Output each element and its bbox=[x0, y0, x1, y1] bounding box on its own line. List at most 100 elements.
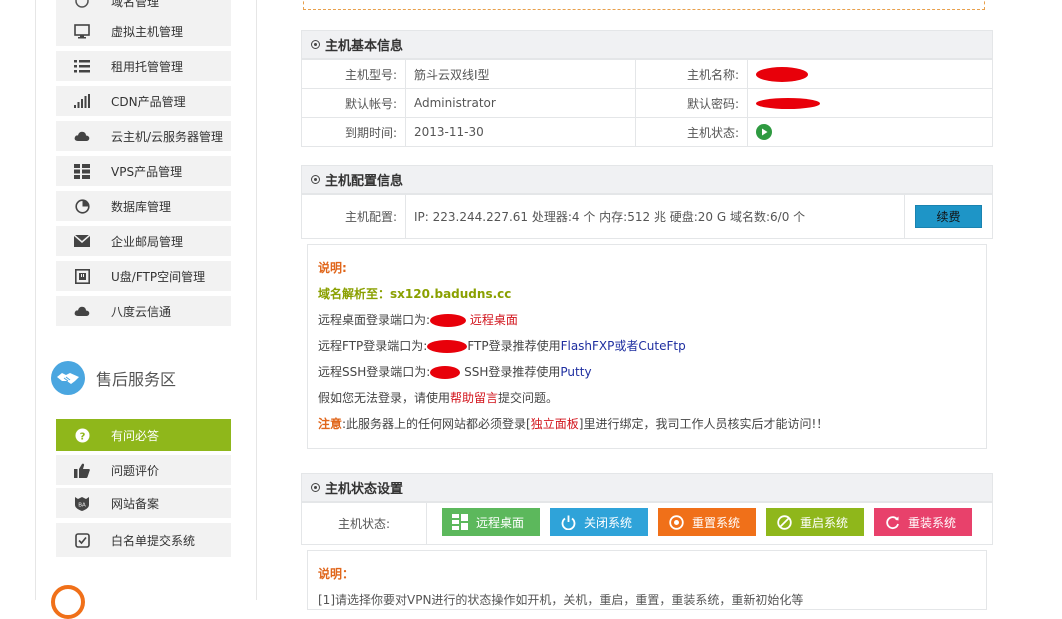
usb-icon bbox=[72, 268, 92, 284]
button-label: 重装系统 bbox=[908, 515, 957, 530]
table-row: 主机配置: IP: 223.244.227.61 处理器:4 个 内存:512 … bbox=[301, 194, 993, 239]
password-label: 默认密码: bbox=[635, 88, 748, 118]
running-status-icon bbox=[756, 124, 772, 140]
power-icon bbox=[560, 514, 576, 530]
aftersale-section-header: 售后服务区 bbox=[51, 361, 176, 395]
table-row: 主机型号: 筋斗云双线Ⅰ型 主机名称: bbox=[301, 59, 993, 89]
sidebar-item-label: CDN产品管理 bbox=[111, 94, 186, 109]
button-label: 关闭系统 bbox=[584, 515, 633, 530]
status-settings-header: 主机状态设置 bbox=[301, 473, 993, 502]
sidebar-item-label: 有问必答 bbox=[111, 428, 160, 443]
redaction-mark bbox=[756, 66, 808, 82]
expire-value: 2013-11-30 bbox=[405, 117, 636, 147]
shutdown-button[interactable]: 关闭系统 bbox=[550, 508, 648, 536]
list-icon bbox=[72, 58, 92, 74]
thumbs-up-icon bbox=[72, 462, 92, 478]
sidebar-item-label: 虚拟主机管理 bbox=[111, 24, 184, 39]
sidebar-item-label: 网站备案 bbox=[111, 496, 160, 511]
sidebar-item-hosting[interactable]: 租用托管管理 bbox=[56, 51, 231, 81]
monitor-icon bbox=[72, 23, 92, 39]
sidebar-item-domain[interactable]: 域名管理 bbox=[56, 0, 231, 16]
aftersale-title: 售后服务区 bbox=[96, 370, 177, 389]
renew-button[interactable]: 续费 bbox=[915, 205, 982, 228]
table-row: 默认帐号: Administrator 默认密码: bbox=[301, 88, 993, 118]
account-label: 默认帐号: bbox=[301, 88, 406, 118]
sidebar-item-label: 域名管理 bbox=[111, 0, 160, 9]
sidebar-item-cdn[interactable]: CDN产品管理 bbox=[56, 86, 231, 116]
sidebar-item-faq[interactable]: ? 有问必答 bbox=[56, 419, 231, 451]
section-dot-icon bbox=[311, 40, 320, 49]
status-label: 主机状态: bbox=[635, 117, 748, 147]
model-label: 主机型号: bbox=[301, 59, 406, 89]
ssh-prefix: 远程SSH登录端口为: bbox=[318, 365, 431, 379]
help-suffix: 提交问题。 bbox=[498, 391, 559, 405]
help-line: 假如您无法登录，请使用帮助留言提交问题。 bbox=[318, 385, 976, 411]
name-value bbox=[747, 59, 993, 89]
checkbox-icon bbox=[72, 532, 92, 548]
sidebar-item-mail[interactable]: 企业邮局管理 bbox=[56, 226, 231, 256]
warning-suffix: ]里进行绑定，我司工作人员核实后才能访问!！ bbox=[578, 417, 829, 431]
status-setting-label: 主机状态: bbox=[301, 502, 427, 545]
warning-label: 注意 bbox=[318, 417, 343, 431]
grid-list-icon bbox=[72, 163, 92, 179]
status-note-line: [1]请选择你要对VPN进行的状态操作如开机，关机，重启，重置，重装系统，重新初… bbox=[318, 593, 804, 607]
password-value bbox=[747, 88, 993, 118]
ftp-tools-link[interactable]: FlashFXP或者CuteFtp bbox=[561, 339, 686, 353]
basic-info-header: 主机基本信息 bbox=[301, 30, 993, 59]
signal-bars-icon bbox=[72, 93, 92, 109]
config-info-title: 主机配置信息 bbox=[325, 174, 404, 189]
refresh-icon bbox=[884, 514, 900, 530]
notes-title: 说明: bbox=[318, 261, 347, 275]
restart-button[interactable]: 重启系统 bbox=[766, 508, 864, 536]
rdp-prefix: 远程桌面登录端口为: bbox=[318, 313, 431, 327]
svg-text:BA: BA bbox=[78, 502, 86, 508]
table-row: 到期时间: 2013-11-30 主机状态: bbox=[301, 117, 993, 147]
redaction-mark bbox=[427, 340, 468, 353]
sidebar-item-label: 问题评价 bbox=[111, 463, 160, 478]
ftp-line: 远程FTP登录端口为: FTP登录推荐使用FlashFXP或者CuteFtp bbox=[318, 333, 976, 359]
sidebar-item-label: 云主机/云服务器管理 bbox=[111, 129, 224, 144]
sidebar-item-label: 白名单提交系统 bbox=[111, 533, 196, 548]
globe-icon bbox=[72, 0, 92, 9]
sidebar-item-icp[interactable]: BA 网站备案 bbox=[56, 488, 231, 518]
expire-label: 到期时间: bbox=[301, 117, 406, 147]
status-settings-title: 主机状态设置 bbox=[325, 482, 404, 497]
sidebar-item-vps[interactable]: VPS产品管理 bbox=[56, 156, 231, 186]
model-value: 筋斗云双线Ⅰ型 bbox=[405, 59, 636, 89]
sidebar-item-label: 八度云信通 bbox=[111, 304, 172, 319]
status-notes-box: 说明： [1]请选择你要对VPN进行的状态操作如开机，关机，重启，重置，重装系统… bbox=[307, 550, 987, 610]
ssh-line: 远程SSH登录端口为: SSH登录推荐使用Putty bbox=[318, 359, 976, 385]
svg-text:?: ? bbox=[79, 431, 85, 442]
rdp-link[interactable]: 远程桌面 bbox=[470, 313, 518, 327]
section-dot-icon bbox=[311, 483, 320, 492]
sidebar-item-label: VPS产品管理 bbox=[111, 164, 183, 179]
question-icon: ? bbox=[72, 427, 92, 443]
panel-link[interactable]: 独立面板 bbox=[531, 417, 579, 431]
grid-icon bbox=[452, 514, 468, 530]
name-label: 主机名称: bbox=[635, 59, 748, 89]
handshake-icon bbox=[51, 361, 85, 395]
cloud-icon bbox=[72, 128, 92, 144]
sidebar-item-cloud-host[interactable]: 云主机/云服务器管理 bbox=[56, 121, 231, 151]
sidebar-item-cloud-message[interactable]: 八度云信通 bbox=[56, 296, 231, 326]
sidebar-item-label: 租用托管管理 bbox=[111, 59, 184, 74]
basic-info-title: 主机基本信息 bbox=[325, 39, 404, 54]
rdp-line: 远程桌面登录端口为: 远程桌面 bbox=[318, 307, 976, 333]
reinstall-button[interactable]: 重装系统 bbox=[874, 508, 972, 536]
notes-box: 说明: 域名解析至：sx120.badudns.cc 远程桌面登录端口为: 远程… bbox=[307, 244, 987, 449]
button-label: 重启系统 bbox=[800, 515, 849, 530]
sidebar-item-virtual-host[interactable]: 虚拟主机管理 bbox=[56, 16, 231, 46]
help-prefix: 假如您无法登录，请使用 bbox=[318, 391, 451, 405]
remote-desktop-button[interactable]: 远程桌面 bbox=[442, 508, 540, 536]
section-dot-icon bbox=[311, 175, 320, 184]
sidebar-item-ftp[interactable]: U盘/FTP空间管理 bbox=[56, 261, 231, 291]
sidebar-item-feedback[interactable]: 问题评价 bbox=[56, 455, 231, 485]
sidebar-item-database[interactable]: 数据库管理 bbox=[56, 191, 231, 221]
putty-link[interactable]: Putty bbox=[560, 365, 591, 379]
config-label: 主机配置: bbox=[301, 194, 406, 239]
sidebar-item-whitelist[interactable]: 白名单提交系统 bbox=[56, 523, 231, 557]
config-info-table: 主机配置: IP: 223.244.227.61 处理器:4 个 内存:512 … bbox=[301, 194, 993, 239]
help-link[interactable]: 帮助留言 bbox=[450, 391, 498, 405]
redaction-mark bbox=[756, 98, 820, 109]
reset-button[interactable]: 重置系统 bbox=[658, 508, 756, 536]
